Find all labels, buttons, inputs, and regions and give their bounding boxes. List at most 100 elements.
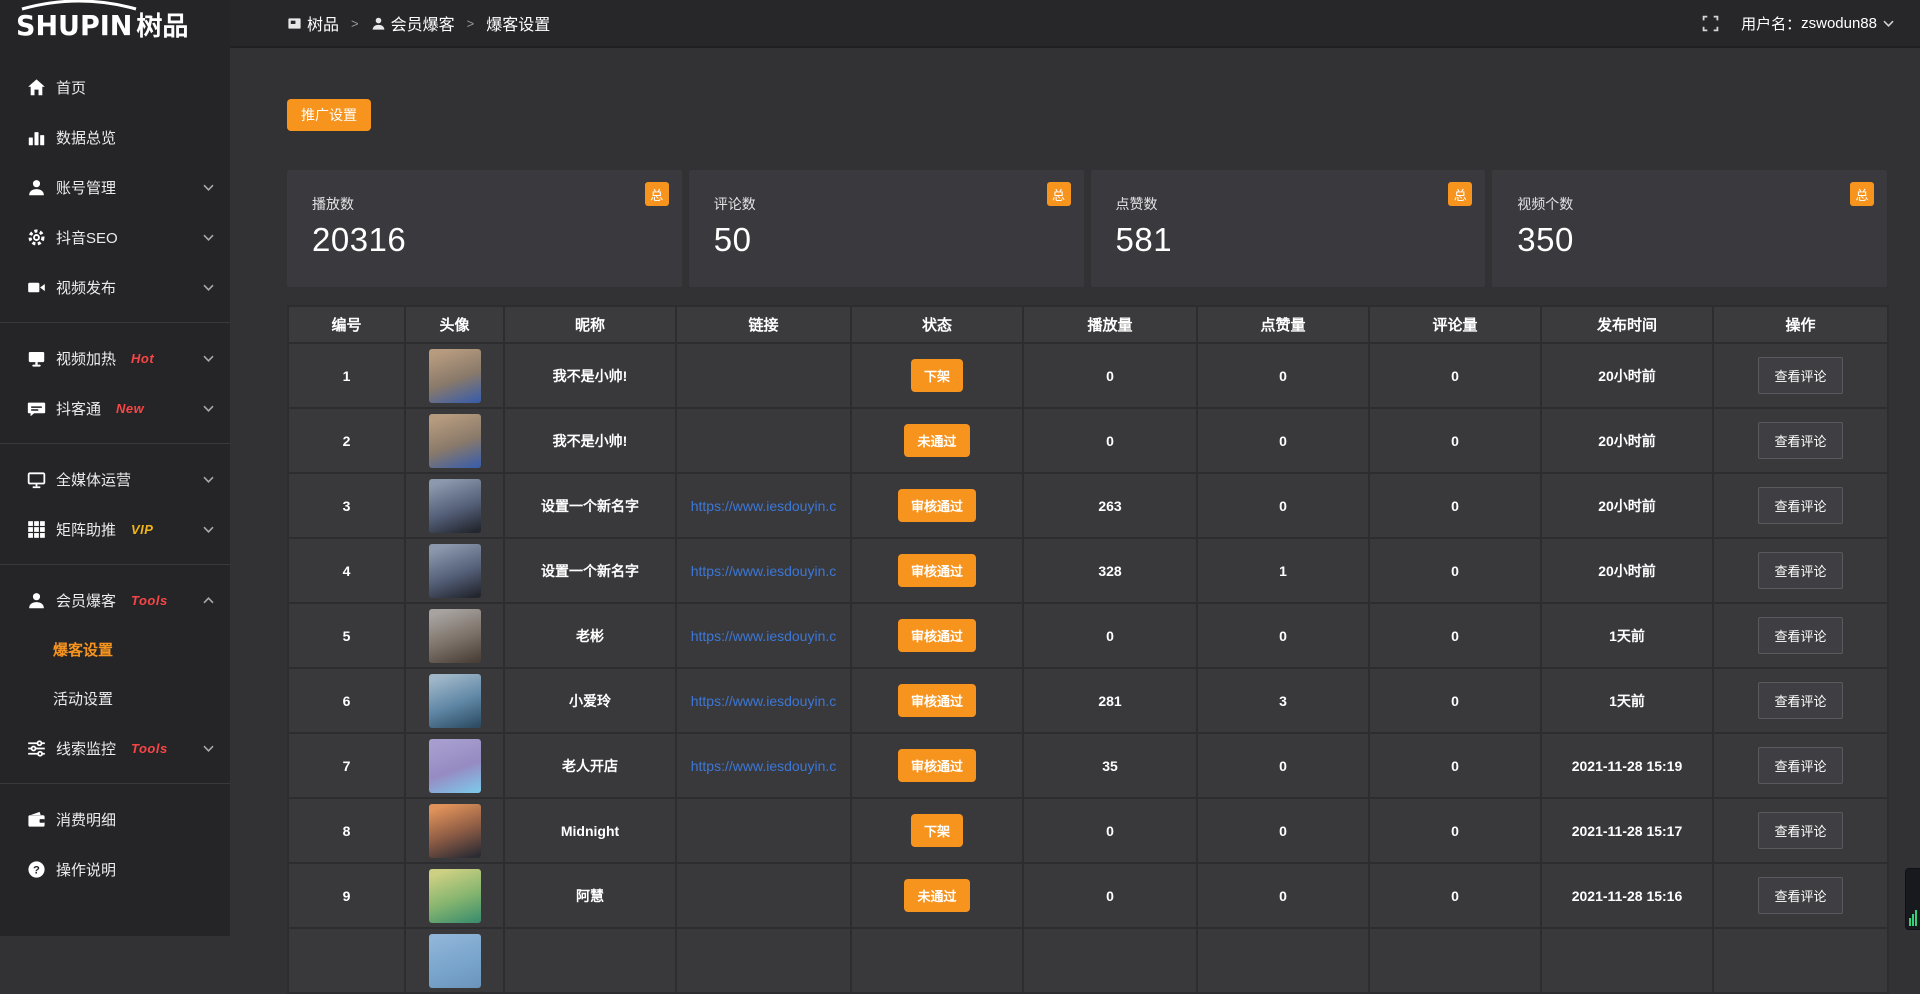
video-link[interactable]: https://www.iesdouyin.c <box>677 628 850 644</box>
video-link[interactable]: https://www.iesdouyin.c <box>677 693 850 709</box>
chevron-down-icon <box>203 476 214 483</box>
sidebar-item-video-heat[interactable]: 视频加热Hot <box>0 333 230 383</box>
cell-time: 2021-11-28 15:19 <box>1541 733 1713 798</box>
cell-id: 3 <box>288 473 405 538</box>
cell-likes: 0 <box>1197 863 1369 928</box>
stat-card: 播放数20316总 <box>287 170 682 287</box>
cell-status: 未通过 <box>851 863 1023 928</box>
cell-link: https://www.iesdouyin.c <box>676 473 851 538</box>
status-button[interactable]: 审核通过 <box>898 619 976 652</box>
breadcrumb-item[interactable]: 树品 <box>287 11 339 35</box>
breadcrumb-item[interactable]: 会员爆客 <box>371 11 455 35</box>
video-icon <box>27 278 46 297</box>
stat-card-label: 评论数 <box>714 194 1084 214</box>
user-menu[interactable]: 用户名： zswodun88 <box>1741 13 1894 34</box>
status-button[interactable]: 下架 <box>911 814 963 847</box>
column-header: 评论量 <box>1369 306 1541 343</box>
view-comments-button[interactable]: 查看评论 <box>1758 357 1842 394</box>
video-link[interactable]: https://www.iesdouyin.c <box>677 758 850 774</box>
status-button[interactable]: 未通过 <box>904 879 969 912</box>
sidebar-item-doukertong[interactable]: 抖客通New <box>0 383 230 433</box>
chevron-down-icon <box>203 405 214 412</box>
table-row: 8Midnight下架0002021-11-28 15:17查看评论 <box>288 798 1888 863</box>
sidebar-item-matrix-boost[interactable]: 矩阵助推VIP <box>0 504 230 554</box>
sidebar-subitem-baoke-settings[interactable]: 爆客设置 <box>0 625 230 674</box>
cell-link: https://www.iesdouyin.c <box>676 668 851 733</box>
sidebar-item-data-overview[interactable]: 数据总览 <box>0 112 230 162</box>
sidebar-item-operation-guide[interactable]: ?操作说明 <box>0 844 230 894</box>
sidebar-item-label: 全媒体运营 <box>56 469 131 490</box>
sidebar-item-home[interactable]: 首页 <box>0 62 230 112</box>
logo-text-en: SHUPIN <box>16 10 132 42</box>
cell-link: https://www.iesdouyin.c <box>676 733 851 798</box>
promo-settings-button[interactable]: 推广设置 <box>287 99 371 131</box>
view-comments-button[interactable]: 查看评论 <box>1758 877 1842 914</box>
sidebar-subitem-activity-settings[interactable]: 活动设置 <box>0 674 230 723</box>
view-comments-button[interactable]: 查看评论 <box>1758 422 1842 459</box>
sidebar-item-label: 消费明细 <box>56 809 116 830</box>
sidebar-item-label: 账号管理 <box>56 177 116 198</box>
cell-link <box>676 408 851 473</box>
table-row: 5老彬https://www.iesdouyin.c审核通过0001天前查看评论 <box>288 603 1888 668</box>
video-link[interactable]: https://www.iesdouyin.c <box>677 498 850 514</box>
view-comments-button[interactable]: 查看评论 <box>1758 812 1842 849</box>
sidebar-item-member-baoke[interactable]: 会员爆客Tools <box>0 575 230 625</box>
cell-avatar <box>405 408 504 473</box>
cell-likes: 0 <box>1197 733 1369 798</box>
view-comments-button[interactable]: 查看评论 <box>1758 487 1842 524</box>
cell-id: 6 <box>288 668 405 733</box>
chevron-down-icon <box>203 234 214 241</box>
status-button[interactable]: 下架 <box>911 359 963 392</box>
cell-time: 2021-11-28 15:17 <box>1541 798 1713 863</box>
video-link[interactable]: https://www.iesdouyin.c <box>677 563 850 579</box>
status-button[interactable]: 审核通过 <box>898 489 976 522</box>
sidebar-item-douyin-seo[interactable]: 抖音SEO <box>0 212 230 262</box>
view-comments-button[interactable]: 查看评论 <box>1758 682 1842 719</box>
stat-card-value: 350 <box>1517 221 1887 259</box>
avatar <box>429 804 481 858</box>
avatar <box>429 479 481 533</box>
view-comments-button[interactable]: 查看评论 <box>1758 617 1842 654</box>
total-badge: 总 <box>1448 182 1472 206</box>
status-button[interactable]: 审核通过 <box>898 749 976 782</box>
table-row <box>288 928 1888 993</box>
view-comments-button[interactable]: 查看评论 <box>1758 552 1842 589</box>
avatar <box>429 609 481 663</box>
avatar <box>429 349 481 403</box>
cell-action: 查看评论 <box>1713 668 1888 733</box>
view-comments-button[interactable]: 查看评论 <box>1758 747 1842 784</box>
sidebar-item-label: 抖客通 <box>56 398 101 419</box>
cell-nickname: 设置一个新名字 <box>504 473 676 538</box>
cell-nickname <box>504 928 676 993</box>
gear-icon <box>27 228 46 247</box>
chevron-down-icon <box>203 355 214 362</box>
cell-action: 查看评论 <box>1713 798 1888 863</box>
cell-status <box>851 928 1023 993</box>
fullscreen-icon[interactable] <box>1702 15 1719 32</box>
sidebar-item-badge: Hot <box>131 351 154 366</box>
stat-card: 视频个数350总 <box>1492 170 1887 287</box>
sidebar-item-clue-monitor[interactable]: 线索监控Tools <box>0 723 230 773</box>
status-button[interactable]: 审核通过 <box>898 684 976 717</box>
app-logo[interactable]: SHUPIN 树品 <box>0 0 230 48</box>
cell-comments: 0 <box>1369 473 1541 538</box>
sidebar-item-video-publish[interactable]: 视频发布 <box>0 262 230 312</box>
breadcrumb-item[interactable]: 爆客设置 <box>486 11 550 35</box>
cell-likes: 3 <box>1197 668 1369 733</box>
cell-avatar <box>405 343 504 408</box>
chevron-up-icon <box>203 597 214 604</box>
username-prefix: 用户名： <box>1741 13 1801 34</box>
cell-id: 7 <box>288 733 405 798</box>
sidebar-item-consume-detail[interactable]: 消费明细 <box>0 794 230 844</box>
floating-widget[interactable] <box>1905 868 1920 930</box>
sidebar-item-media-operation[interactable]: 全媒体运营 <box>0 454 230 504</box>
cell-link <box>676 863 851 928</box>
cell-comments: 0 <box>1369 603 1541 668</box>
status-button[interactable]: 审核通过 <box>898 554 976 587</box>
wallet-icon <box>27 810 46 829</box>
cell-likes <box>1197 928 1369 993</box>
column-header: 播放量 <box>1023 306 1197 343</box>
cell-time: 20小时前 <box>1541 473 1713 538</box>
sidebar-item-account-manage[interactable]: 账号管理 <box>0 162 230 212</box>
status-button[interactable]: 未通过 <box>904 424 969 457</box>
